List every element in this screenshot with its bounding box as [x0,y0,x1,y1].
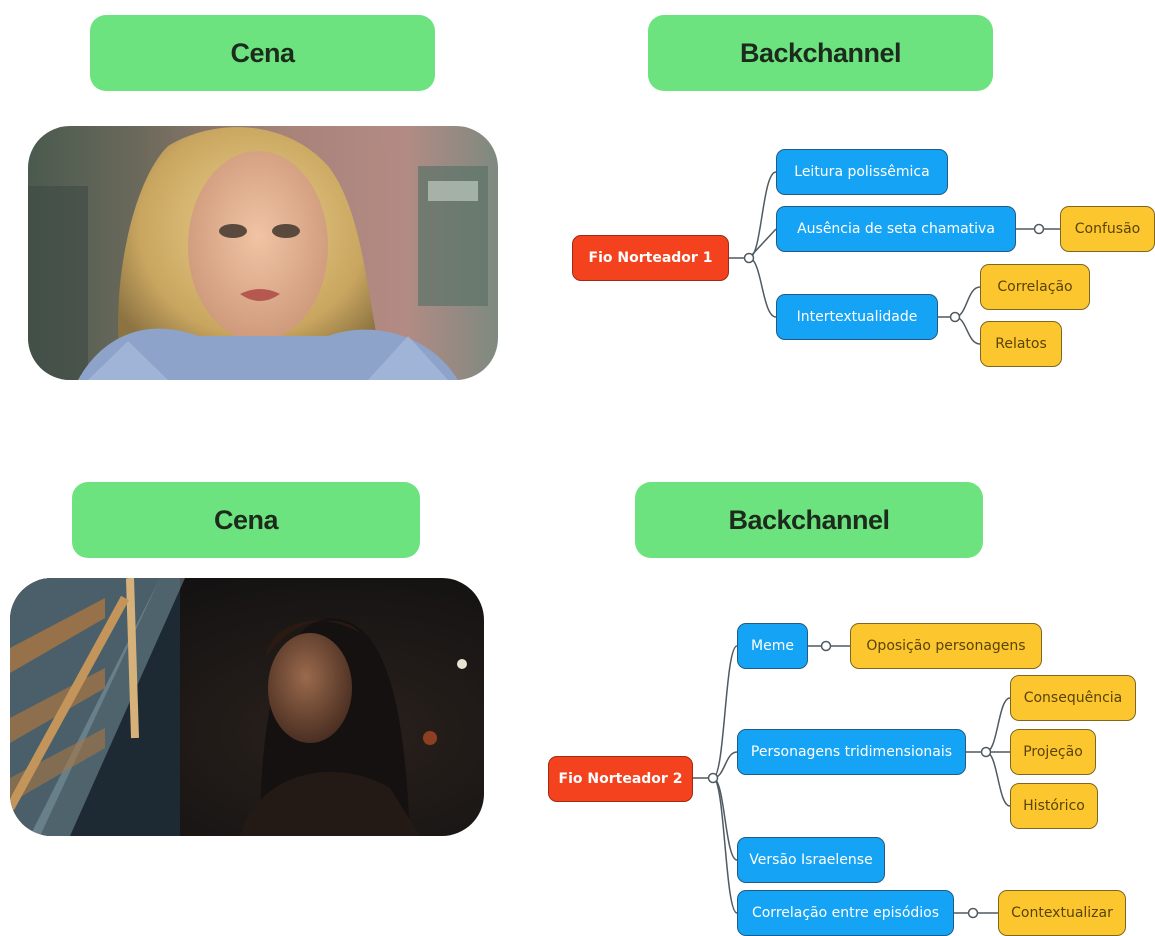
leaf-consequencia: Consequência [1010,675,1136,721]
branch-meme: Meme [737,623,808,669]
branch-personagens-tridimensionais: Personagens tridimensionais [737,729,966,775]
mindmap-root-2: Fio Norteador 2 [548,756,693,802]
leaf-projecao: Projeção [1010,729,1096,775]
leaf-historico: Histórico [1010,783,1098,829]
branch-versao-israelense: Versão Israelense [737,837,885,883]
leaf-oposicao-personagens: Oposição personagens [850,623,1042,669]
branch-correlacao-entre-episodios: Correlação entre episódios [737,890,954,936]
leaf-contextualizar: Contextualizar [998,890,1126,936]
